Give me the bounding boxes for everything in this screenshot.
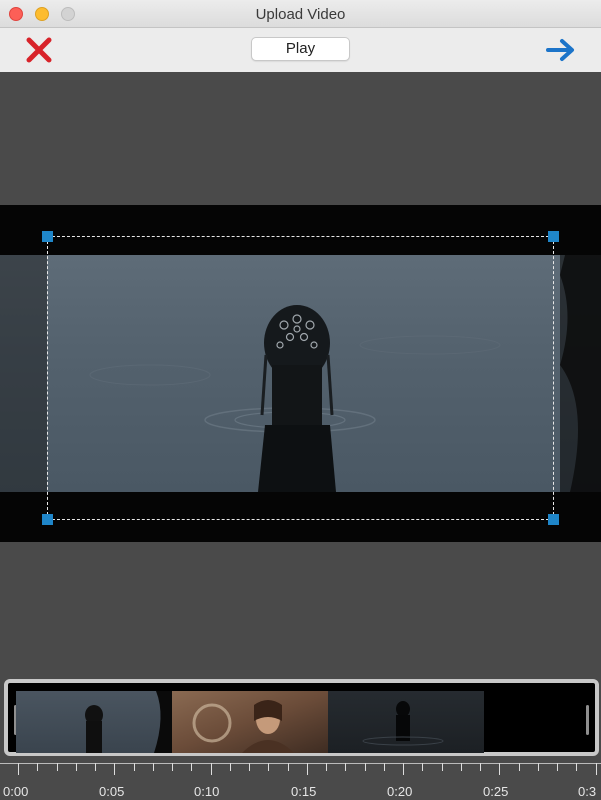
ruler-tick — [365, 763, 366, 771]
ruler-tick — [249, 763, 250, 771]
ruler-tick — [480, 763, 481, 771]
thumbnail-3-image — [362, 701, 444, 746]
ruler-tick — [37, 763, 38, 771]
play-button[interactable]: Play — [251, 37, 350, 61]
trim-range[interactable] — [4, 679, 599, 756]
ruler-tick — [153, 763, 154, 771]
ruler-tick — [442, 763, 443, 771]
ruler-tick — [307, 763, 308, 775]
ruler-tick — [211, 763, 212, 775]
ruler-line — [0, 763, 601, 764]
cancel-button[interactable] — [24, 35, 54, 65]
ruler-tick — [557, 763, 558, 771]
thumbnail-1 — [16, 691, 172, 753]
ruler-tick — [57, 763, 58, 771]
crop-rectangle[interactable] — [42, 231, 559, 525]
ruler-label: 0:3 — [578, 784, 597, 799]
title-bar: Upload Video — [0, 0, 601, 28]
window-title: Upload Video — [255, 6, 346, 23]
toolbar: Play — [0, 28, 601, 72]
ruler-tick — [114, 763, 115, 775]
ruler-label: 0:20 — [387, 784, 413, 799]
ruler-tick — [76, 763, 77, 771]
ruler-tick — [134, 763, 135, 771]
arrow-right-icon — [546, 39, 574, 61]
crop-handle-bottom-left[interactable] — [42, 514, 53, 525]
thumbnail-3 — [328, 691, 484, 753]
ruler-label: 0:10 — [194, 784, 220, 799]
timeline — [0, 675, 601, 760]
ruler-tick — [172, 763, 173, 771]
thumbnail-1-image — [85, 691, 172, 753]
ruler-tick — [576, 763, 577, 771]
ruler-tick — [230, 763, 231, 771]
trim-end-handle[interactable] — [586, 705, 589, 735]
next-button[interactable] — [545, 36, 577, 64]
ruler-tick — [596, 763, 597, 775]
ruler-tick — [268, 763, 269, 771]
ruler-label: 0:05 — [99, 784, 125, 799]
ruler-tick — [326, 763, 327, 771]
ruler-label: 0:00 — [3, 784, 29, 799]
ruler-tick — [191, 763, 192, 771]
time-ruler: 0:00 0:05 0:10 0:15 0:20 0:25 0:3 — [0, 760, 601, 800]
ruler-tick — [288, 763, 289, 771]
ruler-tick — [403, 763, 404, 775]
ruler-tick — [422, 763, 423, 771]
close-x-icon — [26, 37, 52, 63]
thumbnail-2-image — [192, 700, 294, 753]
ruler-tick — [384, 763, 385, 771]
ruler-tick — [519, 763, 520, 771]
ruler-tick — [18, 763, 19, 775]
ruler-label: 0:25 — [483, 784, 509, 799]
video-stage — [0, 72, 601, 675]
ruler-tick — [538, 763, 539, 771]
ruler-tick — [345, 763, 346, 771]
crop-outside-right — [560, 255, 601, 492]
crop-handle-top-right[interactable] — [548, 231, 559, 242]
thumbnail-2 — [172, 691, 328, 753]
crop-outside-left — [0, 255, 47, 492]
crop-handle-top-left[interactable] — [42, 231, 53, 242]
crop-handle-bottom-right[interactable] — [548, 514, 559, 525]
ruler-label: 0:15 — [291, 784, 317, 799]
ruler-tick — [499, 763, 500, 775]
ruler-tick — [461, 763, 462, 771]
ruler-tick — [95, 763, 96, 771]
